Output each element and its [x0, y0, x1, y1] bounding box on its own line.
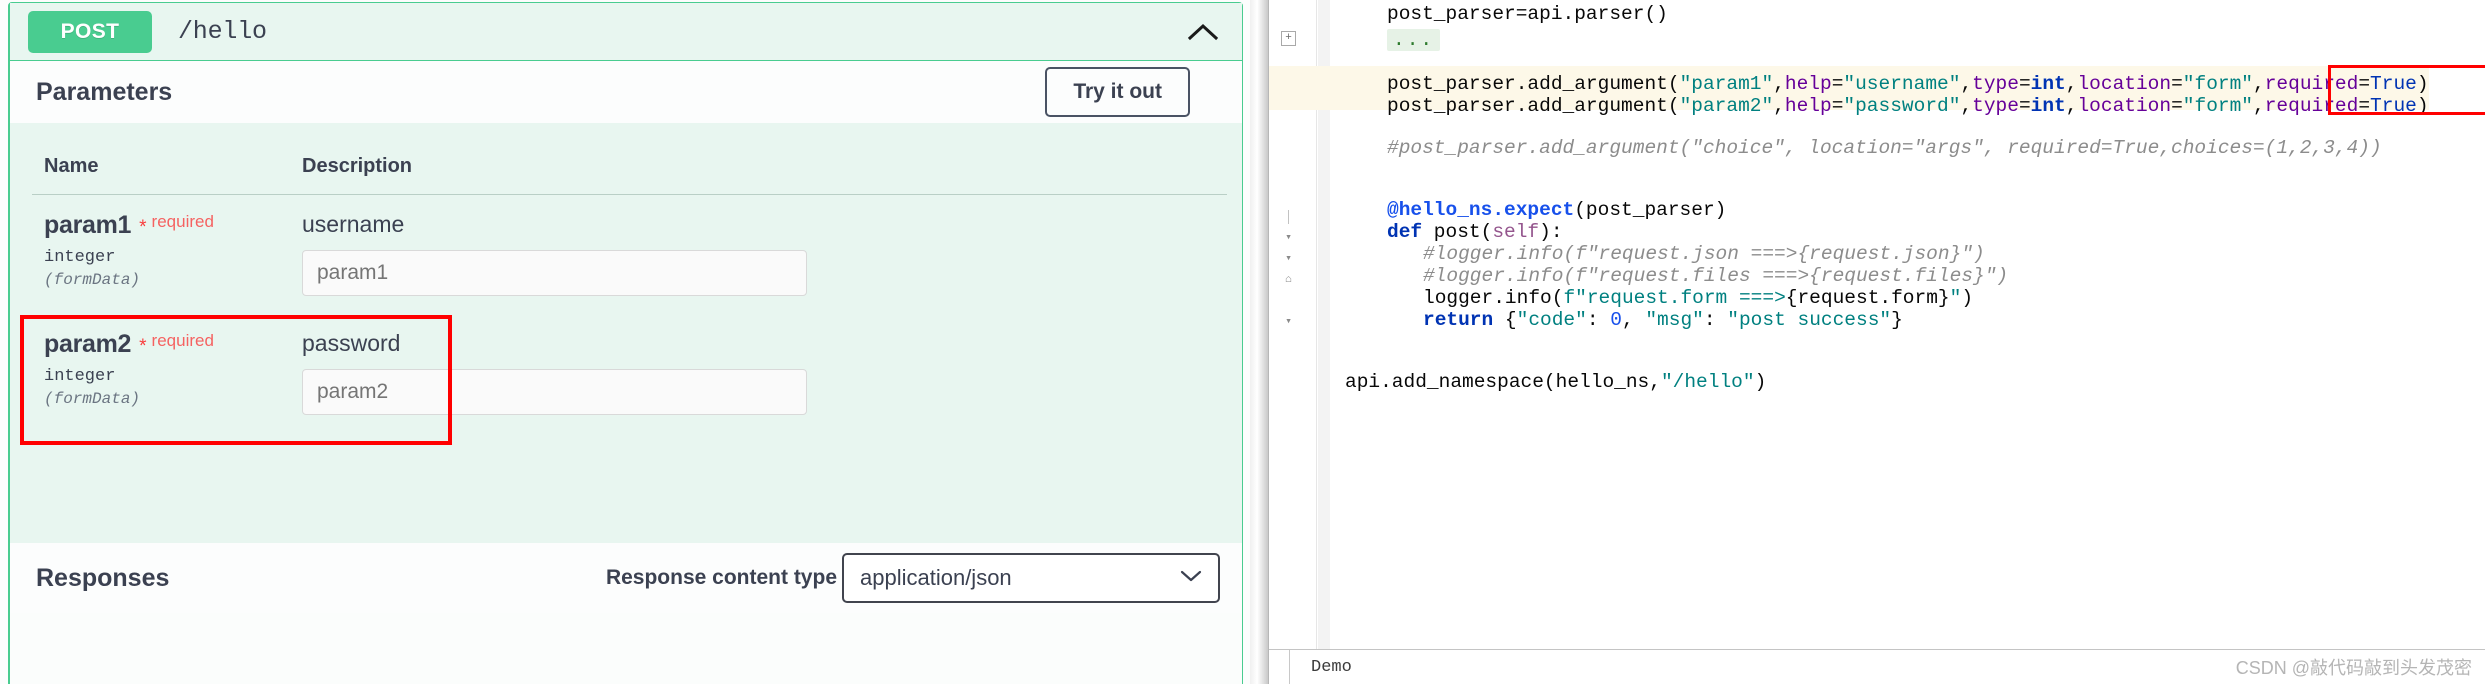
code-editor-pane: + ▾ ▾ ⌂ ▾ post_parser=api.parser() ... p… [1268, 0, 2485, 684]
status-divider [1289, 650, 1290, 684]
parameters-header: Parameters Try it out [10, 61, 1242, 123]
chevron-up-icon[interactable] [1186, 15, 1220, 49]
code-line-11: return {"code": 0, "msg": "post success"… [1423, 309, 1903, 331]
code-line-12: api.add_namespace(hello_ns,"/hello") [1345, 371, 1767, 393]
code-fold-marker[interactable]: ▾ [1281, 232, 1296, 247]
required-label: required [151, 212, 214, 231]
code-line-2: ... [1387, 29, 1441, 51]
code-line-6: @hello_ns.expect(post_parser) [1387, 199, 1727, 221]
operation-block: POST /hello Parameters Try it out Name D… [8, 2, 1243, 684]
code-line-5: #post_parser.add_argument("choice", loca… [1387, 137, 2382, 159]
code-line-1: post_parser=api.parser() [1387, 3, 1668, 25]
operation-summary-header[interactable]: POST /hello [10, 3, 1242, 61]
required-label: required [151, 331, 214, 350]
parameter-description: username [302, 211, 405, 237]
response-content-type-label: Response content type [605, 566, 837, 589]
required-star-icon: * [139, 336, 147, 357]
editor-status-bar: Demo CSDN @敲代码敲到头发茂密 [1269, 649, 2485, 684]
parameter-name: param2 [44, 330, 132, 358]
parameter-type: integer [44, 248, 116, 267]
table-row: param1 * required integer (formData) use… [32, 195, 1227, 315]
operation-body: Parameters Try it out Name Description p… [10, 61, 1242, 613]
watermark-label: CSDN @敲代码敲到头发茂密 [2235, 658, 2472, 678]
response-content-type-value: application/json [860, 565, 1012, 590]
parameter-description: password [302, 330, 401, 356]
parameter-description-cell: password [290, 314, 1227, 433]
code-fold-marker[interactable]: ▾ [1281, 253, 1296, 268]
parameter-value-input-param2[interactable] [302, 369, 807, 415]
code-fold-marker[interactable]: ⌂ [1281, 274, 1296, 289]
responses-title: Responses [36, 563, 170, 592]
screenshot-root: POST /hello Parameters Try it out Name D… [0, 0, 2485, 684]
parameter-description-cell: username [290, 195, 1227, 315]
parameter-value-input-param1[interactable] [302, 250, 807, 296]
chevron-down-icon [1180, 569, 1202, 588]
required-star-icon: * [139, 217, 147, 238]
code-line-4: post_parser.add_argument("param2",help="… [1387, 95, 2429, 117]
operation-path: /hello [178, 17, 267, 46]
parameter-name-cell: param2 * required integer (formData) [32, 314, 290, 433]
parameter-name: param1 [44, 211, 132, 239]
parameters-title: Parameters [36, 77, 173, 106]
code-line-8: #logger.info(f"request.json ===>{request… [1423, 243, 1985, 265]
code-fold-marker[interactable]: + [1281, 31, 1296, 46]
table-row: param2 * required integer (formData) pas… [32, 314, 1227, 433]
table-header-row: Name Description [32, 145, 1227, 195]
column-header-description: Description [290, 145, 1227, 195]
parameter-location: (formData) [44, 271, 141, 289]
parameter-location: (formData) [44, 390, 141, 408]
indent-guide [1288, 210, 1289, 224]
code-line-7: def post(self): [1387, 221, 1563, 243]
parameter-name-cell: param1 * required integer (formData) [32, 195, 290, 315]
http-method-badge: POST [28, 10, 152, 53]
parameters-table: Name Description param1 * required integ… [32, 145, 1227, 433]
code-content[interactable]: post_parser=api.parser() ... post_parser… [1331, 0, 2485, 649]
response-content-type-select[interactable]: application/json [842, 553, 1220, 603]
parameter-type: integer [44, 367, 116, 386]
parameters-region: Name Description param1 * required integ… [10, 123, 1242, 543]
responses-section: Responses Response content type applicat… [10, 543, 1242, 613]
code-line-3: post_parser.add_argument("param1",help="… [1387, 73, 2429, 95]
code-line-10: logger.info(f"request.form ===>{request.… [1423, 287, 1974, 309]
pane-divider[interactable] [1250, 0, 1268, 684]
try-it-out-button[interactable]: Try it out [1045, 67, 1190, 117]
code-line-9: #logger.info(f"request.files ===>{reques… [1423, 265, 2009, 287]
code-fold-marker[interactable]: ▾ [1281, 316, 1296, 331]
column-header-name: Name [32, 145, 290, 195]
project-name-label: Demo [1311, 657, 1352, 677]
swagger-ui-pane: POST /hello Parameters Try it out Name D… [0, 0, 1250, 684]
